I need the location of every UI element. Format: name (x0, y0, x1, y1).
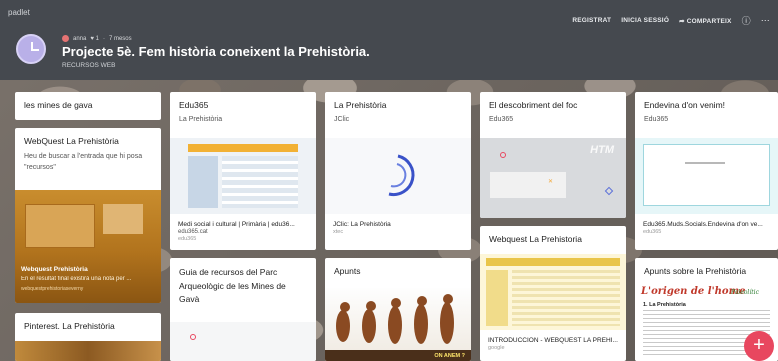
link-preview-image[interactable]: HTM ✕ (480, 138, 626, 218)
dot-icon (190, 334, 196, 340)
webquest-header (486, 258, 620, 266)
link-title: Edu365.Muds.Socials.Endevina d'on ve... (643, 221, 763, 228)
post-subject: Edu365 (489, 116, 514, 124)
edu365-header-bar (188, 144, 298, 152)
top-actions: REGISTRAT INICIA SESSIÓ ➦ COMPARTEIX ⓘ ⋯ (572, 14, 770, 27)
post-subject: La Prehistòria (179, 116, 223, 124)
link-preview-image[interactable] (170, 322, 316, 361)
edu365-content (222, 156, 298, 208)
image-caption: ON ANEM ? (434, 353, 465, 359)
help-icon[interactable]: ⓘ (742, 14, 751, 27)
wall-meta: anna ♥ 1 · 7 mesos (62, 35, 132, 42)
share-icon: ➦ (679, 17, 687, 25)
post-card[interactable]: El descobriment del foc Edu365 HTM ✕ (480, 92, 626, 218)
link-title: INTRODUCCION - WEBQUEST LA PREHI... (488, 337, 618, 344)
dot-icon (500, 152, 506, 158)
post-card[interactable]: Edu365 La Prehistòria Medi social i cult… (170, 92, 316, 250)
link-preview-image[interactable] (480, 254, 626, 330)
link-title: JClic: La Prehistòria (333, 221, 391, 228)
author-name[interactable]: anna (73, 36, 86, 42)
post-card[interactable]: La Prehistòria JClic JClic: La Prehistòr… (325, 92, 471, 250)
link-host: edu365 (643, 229, 662, 235)
meta-separator: · (102, 35, 105, 42)
post-title: La Prehistòria (334, 100, 387, 110)
diamond-icon (604, 186, 614, 196)
evolution-image[interactable]: ON ANEM ? (325, 288, 471, 361)
header-bar: padlet REGISTRAT INICIA SESSIÓ ➦ COMPART… (0, 0, 778, 80)
post-card[interactable]: les mines de gava (15, 92, 161, 120)
html-badge: HTM (590, 144, 614, 156)
link-preview-image[interactable] (325, 138, 471, 214)
wall-age: 7 mesos (108, 35, 132, 42)
page-subtitle: RECURSOS WEB (62, 62, 116, 69)
post-subject: JClic (334, 116, 350, 124)
frame-line (685, 162, 725, 164)
post-title: les mines de gava (24, 100, 93, 110)
link-title: Webquest Prehistòria (21, 266, 88, 273)
edu365-game-frame (643, 144, 770, 206)
loading-spinner-icon (388, 154, 415, 197)
webquest-content (512, 270, 620, 326)
link-caption: Edu365.Muds.Socials.Endevina d'on ve... … (635, 218, 778, 238)
post-card[interactable]: Guia de recursos del Parc Arqueològic de… (170, 258, 316, 361)
link-caption: INTRODUCCION - WEBQUEST LA PREHI... goog… (480, 334, 626, 354)
page-title: Projecte 5è. Fem història coneixent la P… (62, 44, 370, 59)
post-card[interactable]: Webquest La Prehistoria INTRODUCCION - W… (480, 226, 626, 361)
post-card[interactable]: Endevina d'on venim! Edu365 Edu365.Muds.… (635, 92, 778, 250)
link-caption: JClic: La Prehistòria xtec (325, 218, 471, 238)
post-title: Apunts (334, 266, 361, 276)
link-host: webquestprehistoriaseverny (21, 286, 84, 292)
post-title: Edu365 (179, 100, 209, 110)
post-card[interactable]: WebQuest La Prehistòria Heu de buscar a … (15, 128, 161, 303)
post-title: Pinterest. La Prehistòria (24, 321, 115, 331)
link-host: xtec (333, 229, 344, 235)
padlet-logo[interactable]: padlet (8, 8, 30, 17)
link-description: edu365.cat (178, 229, 208, 235)
post-title: Guia de recursos del Parc Arqueològic de… (179, 267, 286, 305)
link-preview-image[interactable] (635, 138, 778, 214)
post-title: Webquest La Prehistoria (489, 234, 582, 244)
link-preview-image[interactable] (170, 138, 316, 214)
close-icon: ✕ (548, 179, 554, 185)
link-host: google (488, 345, 505, 351)
post-card[interactable]: Pinterest. La Prehistòria (15, 313, 161, 361)
post-subject: Edu365 (644, 116, 669, 124)
post-title: WebQuest La Prehistòria (24, 136, 119, 146)
link-preview-image[interactable] (15, 341, 161, 361)
likes-count[interactable]: ♥ 1 (90, 36, 99, 42)
placeholder-box (490, 172, 566, 198)
wall-icon (16, 34, 46, 64)
webquest-figure-thumb (103, 204, 143, 234)
doc-heading: L'origen de l'home (641, 286, 746, 297)
edu365-sidebar (188, 156, 218, 208)
post-card[interactable]: Apunts ON ANEM ? (325, 258, 471, 361)
add-post-button[interactable]: + (744, 331, 774, 361)
post-title: El descobriment del foc (489, 100, 578, 110)
share-button[interactable]: ➦ COMPARTEIX (679, 17, 732, 25)
doc-section: 1. La Prehistòria (643, 302, 686, 308)
doc-tag: Paleolític (731, 289, 759, 296)
post-title: Endevina d'on venim! (644, 100, 726, 110)
register-button[interactable]: REGISTRAT (572, 17, 611, 24)
post-body: Heu de buscar a l'entrada que hi posa "r… (24, 153, 143, 171)
link-host: edu365 (178, 236, 197, 242)
link-description: En el resultat final existirà una nota p… (21, 276, 132, 282)
webquest-page-thumb (25, 204, 95, 248)
more-icon[interactable]: ⋯ (761, 15, 770, 26)
webquest-sidebar (486, 270, 508, 326)
link-caption: Medi social i cultural | Primària | edu3… (170, 218, 316, 245)
post-title: Apunts sobre la Prehistòria (644, 266, 747, 276)
link-preview-image[interactable]: Webquest Prehistòria En el resultat fina… (15, 190, 161, 303)
link-title: Medi social i cultural | Primària | edu3… (178, 221, 295, 228)
human-evolution-figures (325, 294, 471, 361)
avatar[interactable] (62, 35, 69, 42)
login-button[interactable]: INICIA SESSIÓ (621, 17, 669, 24)
